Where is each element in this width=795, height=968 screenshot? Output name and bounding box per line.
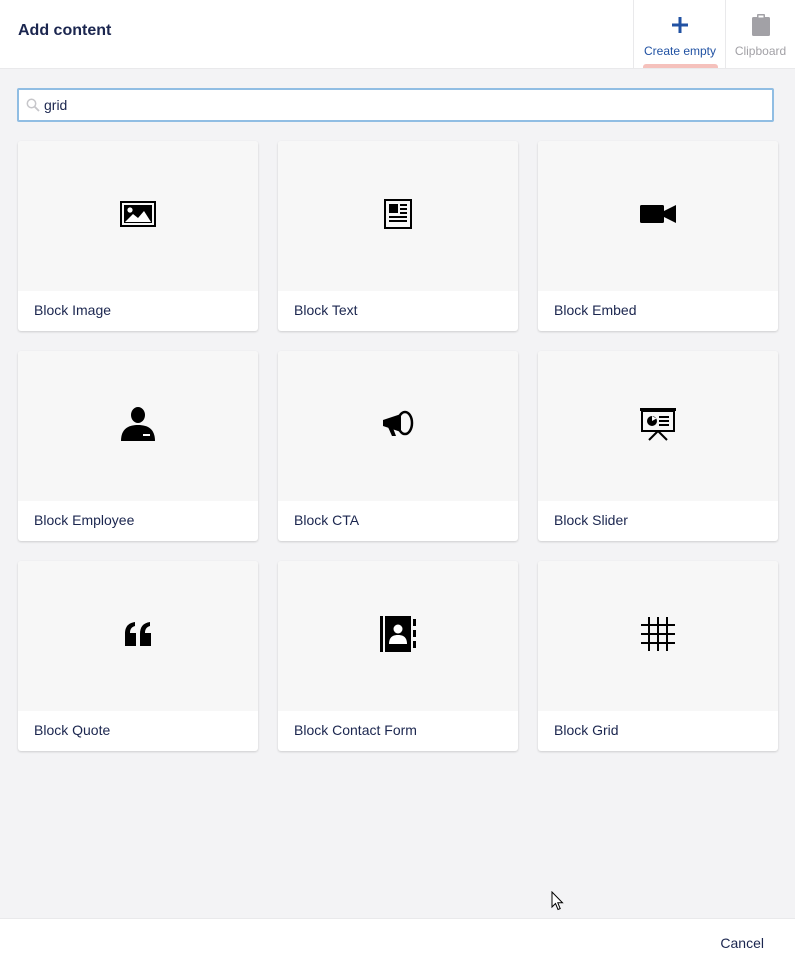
newspaper-icon [384, 198, 412, 234]
card-label: Block CTA [294, 512, 360, 528]
card-preview [538, 561, 778, 711]
card-label: Block Contact Form [294, 722, 417, 738]
card-preview [18, 561, 258, 711]
card-preview [538, 141, 778, 291]
employee-icon [120, 406, 156, 446]
megaphone-icon [381, 410, 415, 443]
card-preview [278, 561, 518, 711]
card-label: Block Grid [554, 722, 619, 738]
block-card-grid[interactable]: Block Grid [538, 561, 778, 751]
clipboard-button[interactable]: Clipboard [725, 0, 795, 68]
dialog-title: Add content [18, 22, 112, 39]
card-preview [278, 351, 518, 501]
create-empty-button[interactable]: Create empty [633, 0, 726, 68]
block-card-text[interactable]: Block Text [278, 141, 518, 331]
card-label: Block Text [294, 302, 358, 318]
picture-icon [120, 200, 156, 233]
dialog-header: Add content Create empty Clipboard [0, 0, 795, 69]
grid-icon [640, 616, 676, 657]
presentation-icon [640, 406, 676, 447]
block-card-quote[interactable]: Block Quote [18, 561, 258, 751]
create-empty-label: Create empty [643, 44, 717, 58]
block-card-cta[interactable]: Block CTA [278, 351, 518, 541]
clipboard-label: Clipboard [734, 44, 787, 58]
address-book-icon [380, 615, 416, 657]
clipboard-icon [751, 13, 770, 37]
card-label: Block Embed [554, 302, 637, 318]
cancel-button[interactable]: Cancel [720, 935, 764, 951]
card-label: Block Employee [34, 512, 135, 528]
dialog-footer: Cancel [0, 918, 795, 968]
card-label: Block Image [34, 302, 112, 318]
block-card-contact-form[interactable]: Block Contact Form [278, 561, 518, 751]
card-label: Block Quote [34, 722, 111, 738]
card-label: Block Slider [554, 512, 628, 528]
search-box[interactable] [17, 88, 774, 122]
block-card-slider[interactable]: Block Slider [538, 351, 778, 541]
video-camera-icon [640, 204, 676, 228]
active-tab-indicator [643, 64, 718, 68]
mouse-cursor-icon [551, 890, 565, 916]
card-preview [18, 141, 258, 291]
block-card-embed[interactable]: Block Embed [538, 141, 778, 331]
quote-icon [124, 621, 152, 651]
card-preview [18, 351, 258, 501]
plus-icon [672, 13, 688, 37]
search-input[interactable] [44, 95, 744, 115]
block-card-image[interactable]: Block Image [18, 141, 258, 331]
card-preview [538, 351, 778, 501]
search-icon [26, 98, 40, 117]
card-preview [278, 141, 518, 291]
block-card-employee[interactable]: Block Employee [18, 351, 258, 541]
